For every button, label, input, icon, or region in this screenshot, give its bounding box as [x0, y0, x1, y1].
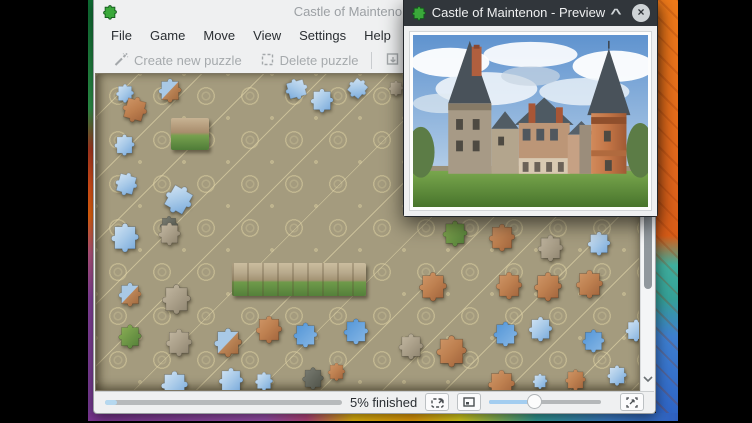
import-icon	[385, 52, 400, 70]
puzzle-piece-sky[interactable]	[526, 314, 555, 343]
status-bar: 5% finished	[95, 391, 654, 412]
toolbar-label: Create new puzzle	[134, 53, 242, 68]
zoom-slider-handle[interactable]	[527, 394, 542, 409]
puzzle-piece-skybrick[interactable]	[116, 280, 144, 308]
puzzle-piece-castle[interactable]	[573, 267, 606, 300]
puzzle-piece-sky[interactable]	[216, 365, 246, 391]
assembled-piece-group[interactable]	[171, 118, 209, 150]
puzzle-piece-castle[interactable]	[493, 269, 525, 301]
menu-view[interactable]: View	[244, 24, 290, 48]
progress-bar	[105, 400, 342, 405]
shade-button[interactable]: ^	[603, 0, 630, 26]
puzzle-piece-castle[interactable]	[563, 367, 588, 391]
puzzle-piece-sky[interactable]	[341, 73, 375, 105]
toolbar-label: Delete puzzle	[280, 53, 359, 68]
puzzle-piece-grass[interactable]	[116, 322, 144, 350]
preview-window: Castle of Maintenon - Preview ^ ×	[403, 0, 658, 217]
puzzle-piece-sky[interactable]	[605, 363, 629, 387]
wallpaper-right-strip	[656, 0, 678, 421]
progress-bar-fill	[105, 400, 117, 405]
puzzle-piece-sky[interactable]	[108, 220, 142, 254]
puzzle-piece-sky[interactable]	[112, 132, 137, 157]
preview-titlebar[interactable]: Castle of Maintenon - Preview ^ ×	[404, 0, 657, 26]
menu-help[interactable]: Help	[355, 24, 400, 48]
puzzle-piece-sky[interactable]	[158, 368, 191, 391]
puzzle-piece-castle[interactable]	[326, 361, 347, 382]
puzzle-piece-castle[interactable]	[416, 269, 450, 303]
puzzle-piece-castle[interactable]	[486, 221, 518, 253]
puzzle-piece-castle[interactable]	[433, 332, 470, 369]
puzzle-piece-dark[interactable]	[300, 365, 326, 391]
puzzle-piece-stone[interactable]	[396, 331, 426, 361]
magic-wand-icon	[113, 52, 129, 70]
close-icon[interactable]: ×	[632, 4, 650, 22]
toolbar-create-new-puzzle[interactable]: Create new puzzle	[104, 52, 251, 70]
puzzle-piece-sky2[interactable]	[341, 316, 371, 346]
puzzle-piece-skybrick[interactable]	[211, 325, 245, 359]
menu-game[interactable]: Game	[141, 24, 194, 48]
puzzle-piece-stone[interactable]	[535, 232, 566, 263]
toolbar-separator	[371, 52, 372, 69]
menu-file[interactable]: File	[102, 24, 141, 48]
delete-puzzle-icon	[260, 52, 275, 70]
palapeli-app-icon	[411, 5, 427, 26]
menu-move[interactable]: Move	[194, 24, 244, 48]
puzzle-piece-grass[interactable]	[440, 218, 470, 248]
puzzle-piece-skybrick[interactable]	[156, 76, 184, 104]
preview-window-title: Castle of Maintenon - Preview	[430, 0, 607, 26]
puzzle-piece-sky[interactable]	[308, 86, 336, 114]
puzzle-piece-stone[interactable]	[156, 220, 183, 247]
puzzle-piece-castle[interactable]	[485, 367, 518, 391]
puzzle-piece-sky2[interactable]	[291, 320, 320, 349]
assembled-piece-group[interactable]	[232, 263, 366, 296]
zoom-slider[interactable]	[489, 400, 601, 404]
wallpaper-bottom-strip	[88, 413, 678, 421]
puzzle-piece-sky[interactable]	[623, 317, 640, 343]
puzzle-piece-sky2[interactable]	[580, 327, 607, 354]
puzzle-piece-castle[interactable]	[253, 313, 285, 345]
puzzle-piece-sky[interactable]	[253, 370, 275, 391]
preview-toggle-button[interactable]	[457, 393, 481, 411]
puzzle-piece-stone[interactable]	[163, 326, 195, 358]
puzzle-piece-stone[interactable]	[159, 281, 194, 316]
puzzle-piece-sky[interactable]	[531, 372, 549, 390]
scroll-down-icon[interactable]	[642, 370, 654, 388]
puzzle-piece-castle[interactable]	[531, 269, 565, 303]
puzzle-piece-sky[interactable]	[110, 167, 143, 200]
progress-label: 5% finished	[350, 395, 417, 410]
fit-to-view-button[interactable]	[620, 393, 644, 411]
toolbar-delete-puzzle[interactable]: Delete puzzle	[251, 52, 368, 70]
menu-settings[interactable]: Settings	[290, 24, 355, 48]
puzzle-piece-sky2[interactable]	[491, 319, 520, 348]
piece-holder-button[interactable]	[425, 393, 449, 411]
castle-preview-image	[413, 35, 648, 207]
preview-image-frame	[409, 31, 652, 211]
preview-body	[404, 26, 657, 216]
puzzle-piece-castle[interactable]	[117, 91, 154, 128]
puzzle-piece-sky[interactable]	[585, 229, 613, 257]
